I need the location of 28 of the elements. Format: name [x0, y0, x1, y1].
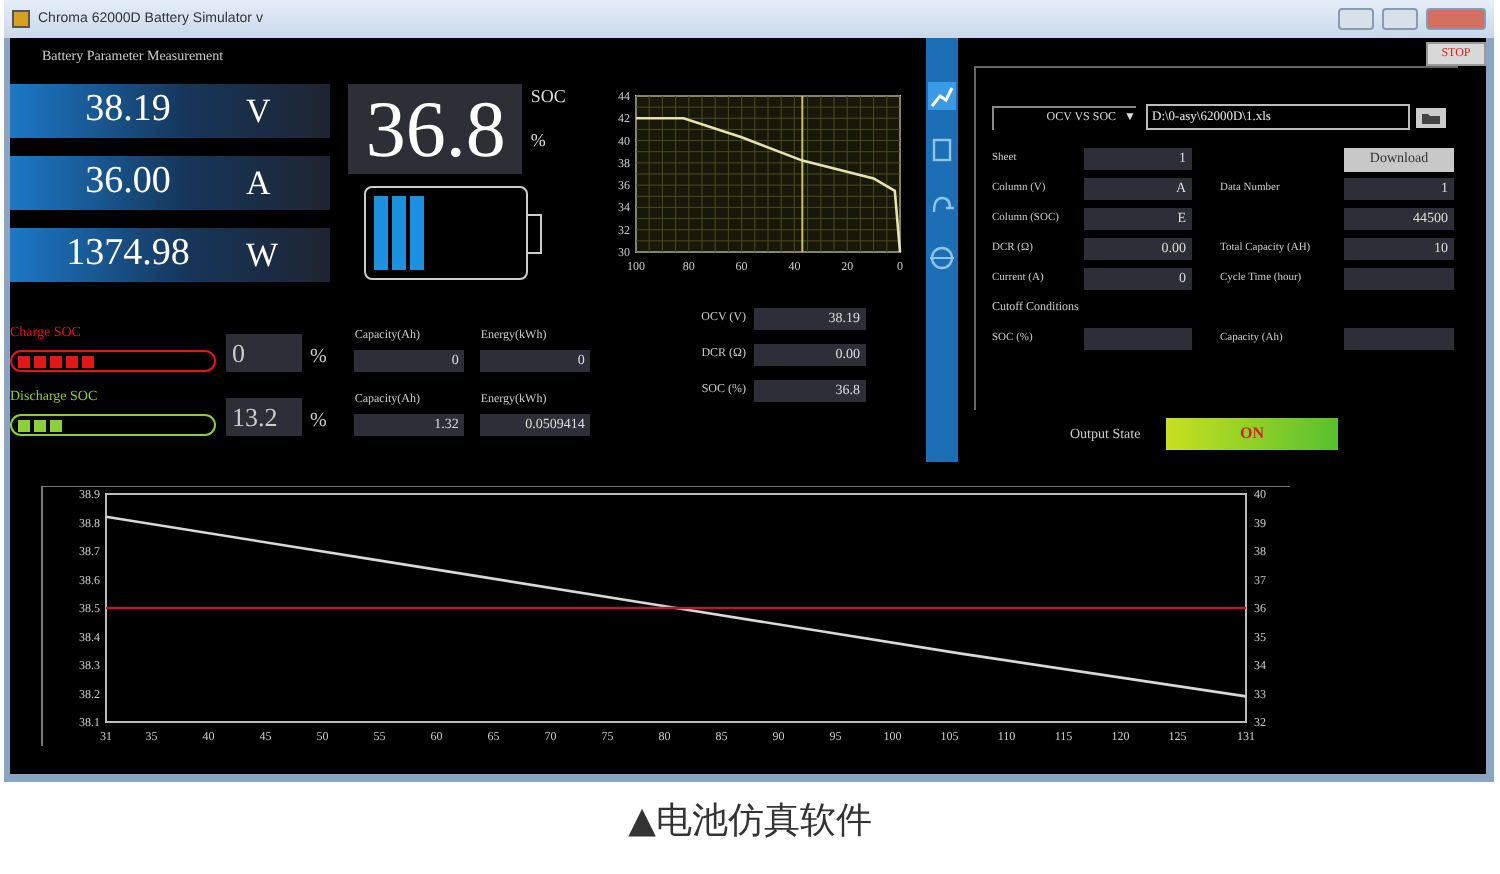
globe-icon [928, 244, 956, 272]
reading-value: 1374.98 [64, 230, 192, 279]
maximize-button[interactable] [1382, 8, 1418, 30]
caption: ▲电池仿真软件 [626, 798, 874, 844]
percent-field: 13.2 [226, 398, 302, 436]
value-field [1344, 328, 1454, 350]
curve-icon [928, 82, 956, 110]
soc-label: SOC [530, 84, 566, 110]
unit-label: % [310, 344, 327, 372]
value-field [1344, 268, 1454, 290]
value-field [1084, 328, 1192, 350]
reading-value: 38.19 [83, 86, 173, 135]
soc-value: 36.8 [348, 84, 523, 174]
document-icon [928, 136, 956, 164]
side-tab[interactable] [928, 82, 956, 110]
unit-label: W [246, 233, 279, 278]
reading-value: 36.00 [83, 158, 173, 207]
minimize-button[interactable] [1338, 8, 1374, 30]
percent-field: 0 [226, 334, 302, 372]
unit-label: A [246, 161, 271, 206]
unit-label: % [530, 127, 548, 153]
app-icon [12, 10, 30, 28]
folder-icon [1422, 111, 1440, 123]
side-tab[interactable] [928, 244, 956, 272]
unit-label: % [310, 408, 327, 436]
side-tab[interactable] [928, 136, 956, 164]
browse-button[interactable] [1416, 107, 1446, 127]
unit-label: V [246, 89, 271, 134]
